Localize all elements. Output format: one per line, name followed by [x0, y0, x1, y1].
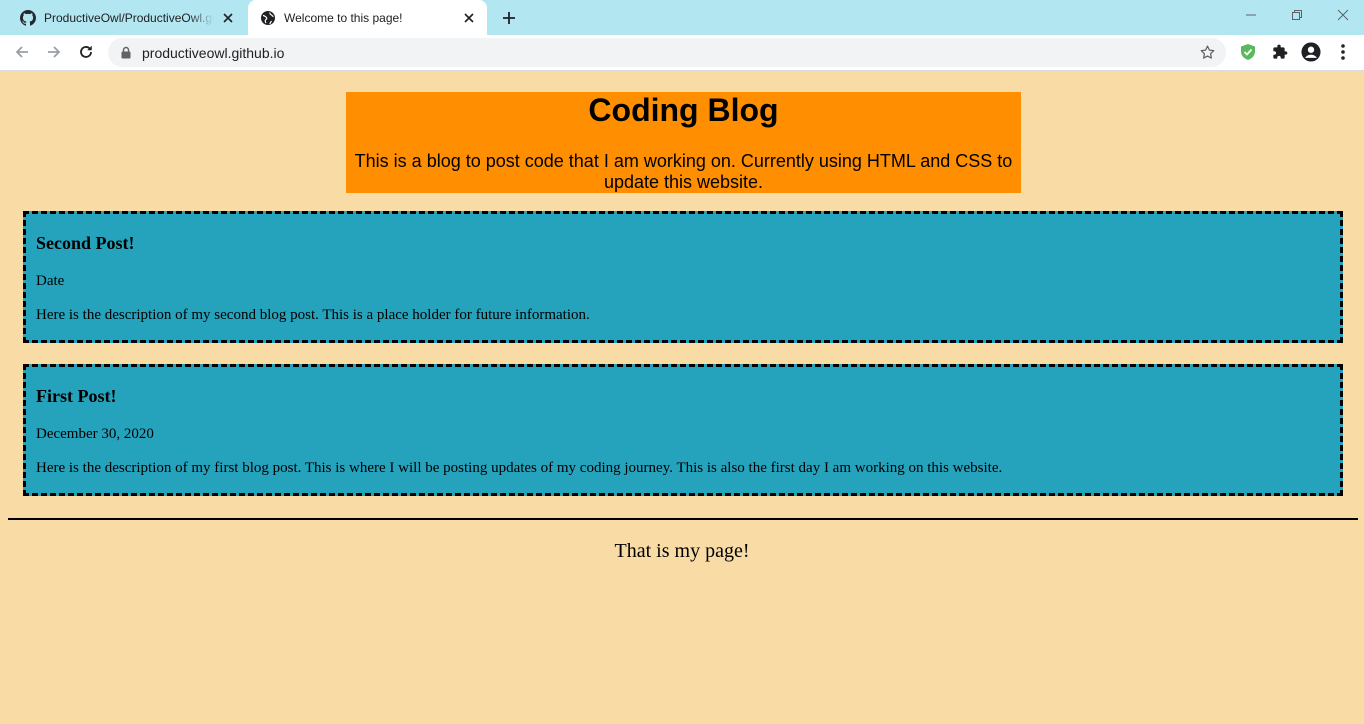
tab-strip: ProductiveOwl/ProductiveOwl.github.io We…: [0, 0, 1364, 35]
post-title: First Post!: [36, 386, 117, 406]
profile-avatar-icon[interactable]: [1301, 42, 1321, 62]
bookmark-star-icon[interactable]: [1199, 44, 1216, 61]
page-title: Coding Blog: [588, 92, 779, 128]
new-tab-button[interactable]: [499, 8, 519, 28]
tab-title: Welcome to this page!: [284, 10, 403, 25]
github-icon: [20, 9, 36, 26]
post-description: Here is the description of my second blo…: [36, 307, 590, 323]
address-bar[interactable]: productiveowl.github.io: [108, 38, 1226, 67]
blog-post-card: Second Post! Date Here is the descriptio…: [23, 211, 1343, 343]
horizontal-divider: [8, 518, 1358, 520]
menu-kebab-icon[interactable]: [1333, 42, 1353, 62]
tab-github-repo[interactable]: ProductiveOwl/ProductiveOwl.github.io: [8, 0, 246, 35]
tab-title: ProductiveOwl/ProductiveOwl.github.io: [44, 10, 214, 25]
window-close-button[interactable]: [1332, 6, 1354, 24]
browser-toolbar: productiveowl.github.io: [0, 35, 1364, 71]
extensions-puzzle-icon[interactable]: [1270, 42, 1290, 62]
tab-welcome-page[interactable]: Welcome to this page!: [248, 0, 487, 35]
close-icon[interactable]: [220, 10, 236, 26]
page-subtitle: This is a blog to post code that I am wo…: [354, 151, 1013, 192]
post-date: Date: [36, 273, 65, 289]
minimize-button[interactable]: [1240, 6, 1262, 24]
shield-extension-icon[interactable]: [1238, 42, 1258, 62]
forward-button[interactable]: [42, 40, 66, 64]
globe-icon: [260, 10, 276, 26]
page-footer: That is my page!: [614, 540, 750, 562]
restore-button[interactable]: [1286, 6, 1308, 24]
post-date: December 30, 2020: [36, 426, 154, 442]
post-description: Here is the description of my first blog…: [36, 460, 1003, 476]
reload-button[interactable]: [74, 40, 98, 64]
back-button[interactable]: [10, 40, 34, 64]
blog-post-card: First Post! December 30, 2020 Here is th…: [23, 364, 1343, 496]
url-text: productiveowl.github.io: [142, 45, 285, 61]
lock-icon: [120, 46, 132, 59]
post-title: Second Post!: [36, 233, 135, 253]
blog-header: Coding Blog This is a blog to post code …: [346, 92, 1021, 193]
close-icon[interactable]: [461, 10, 477, 26]
